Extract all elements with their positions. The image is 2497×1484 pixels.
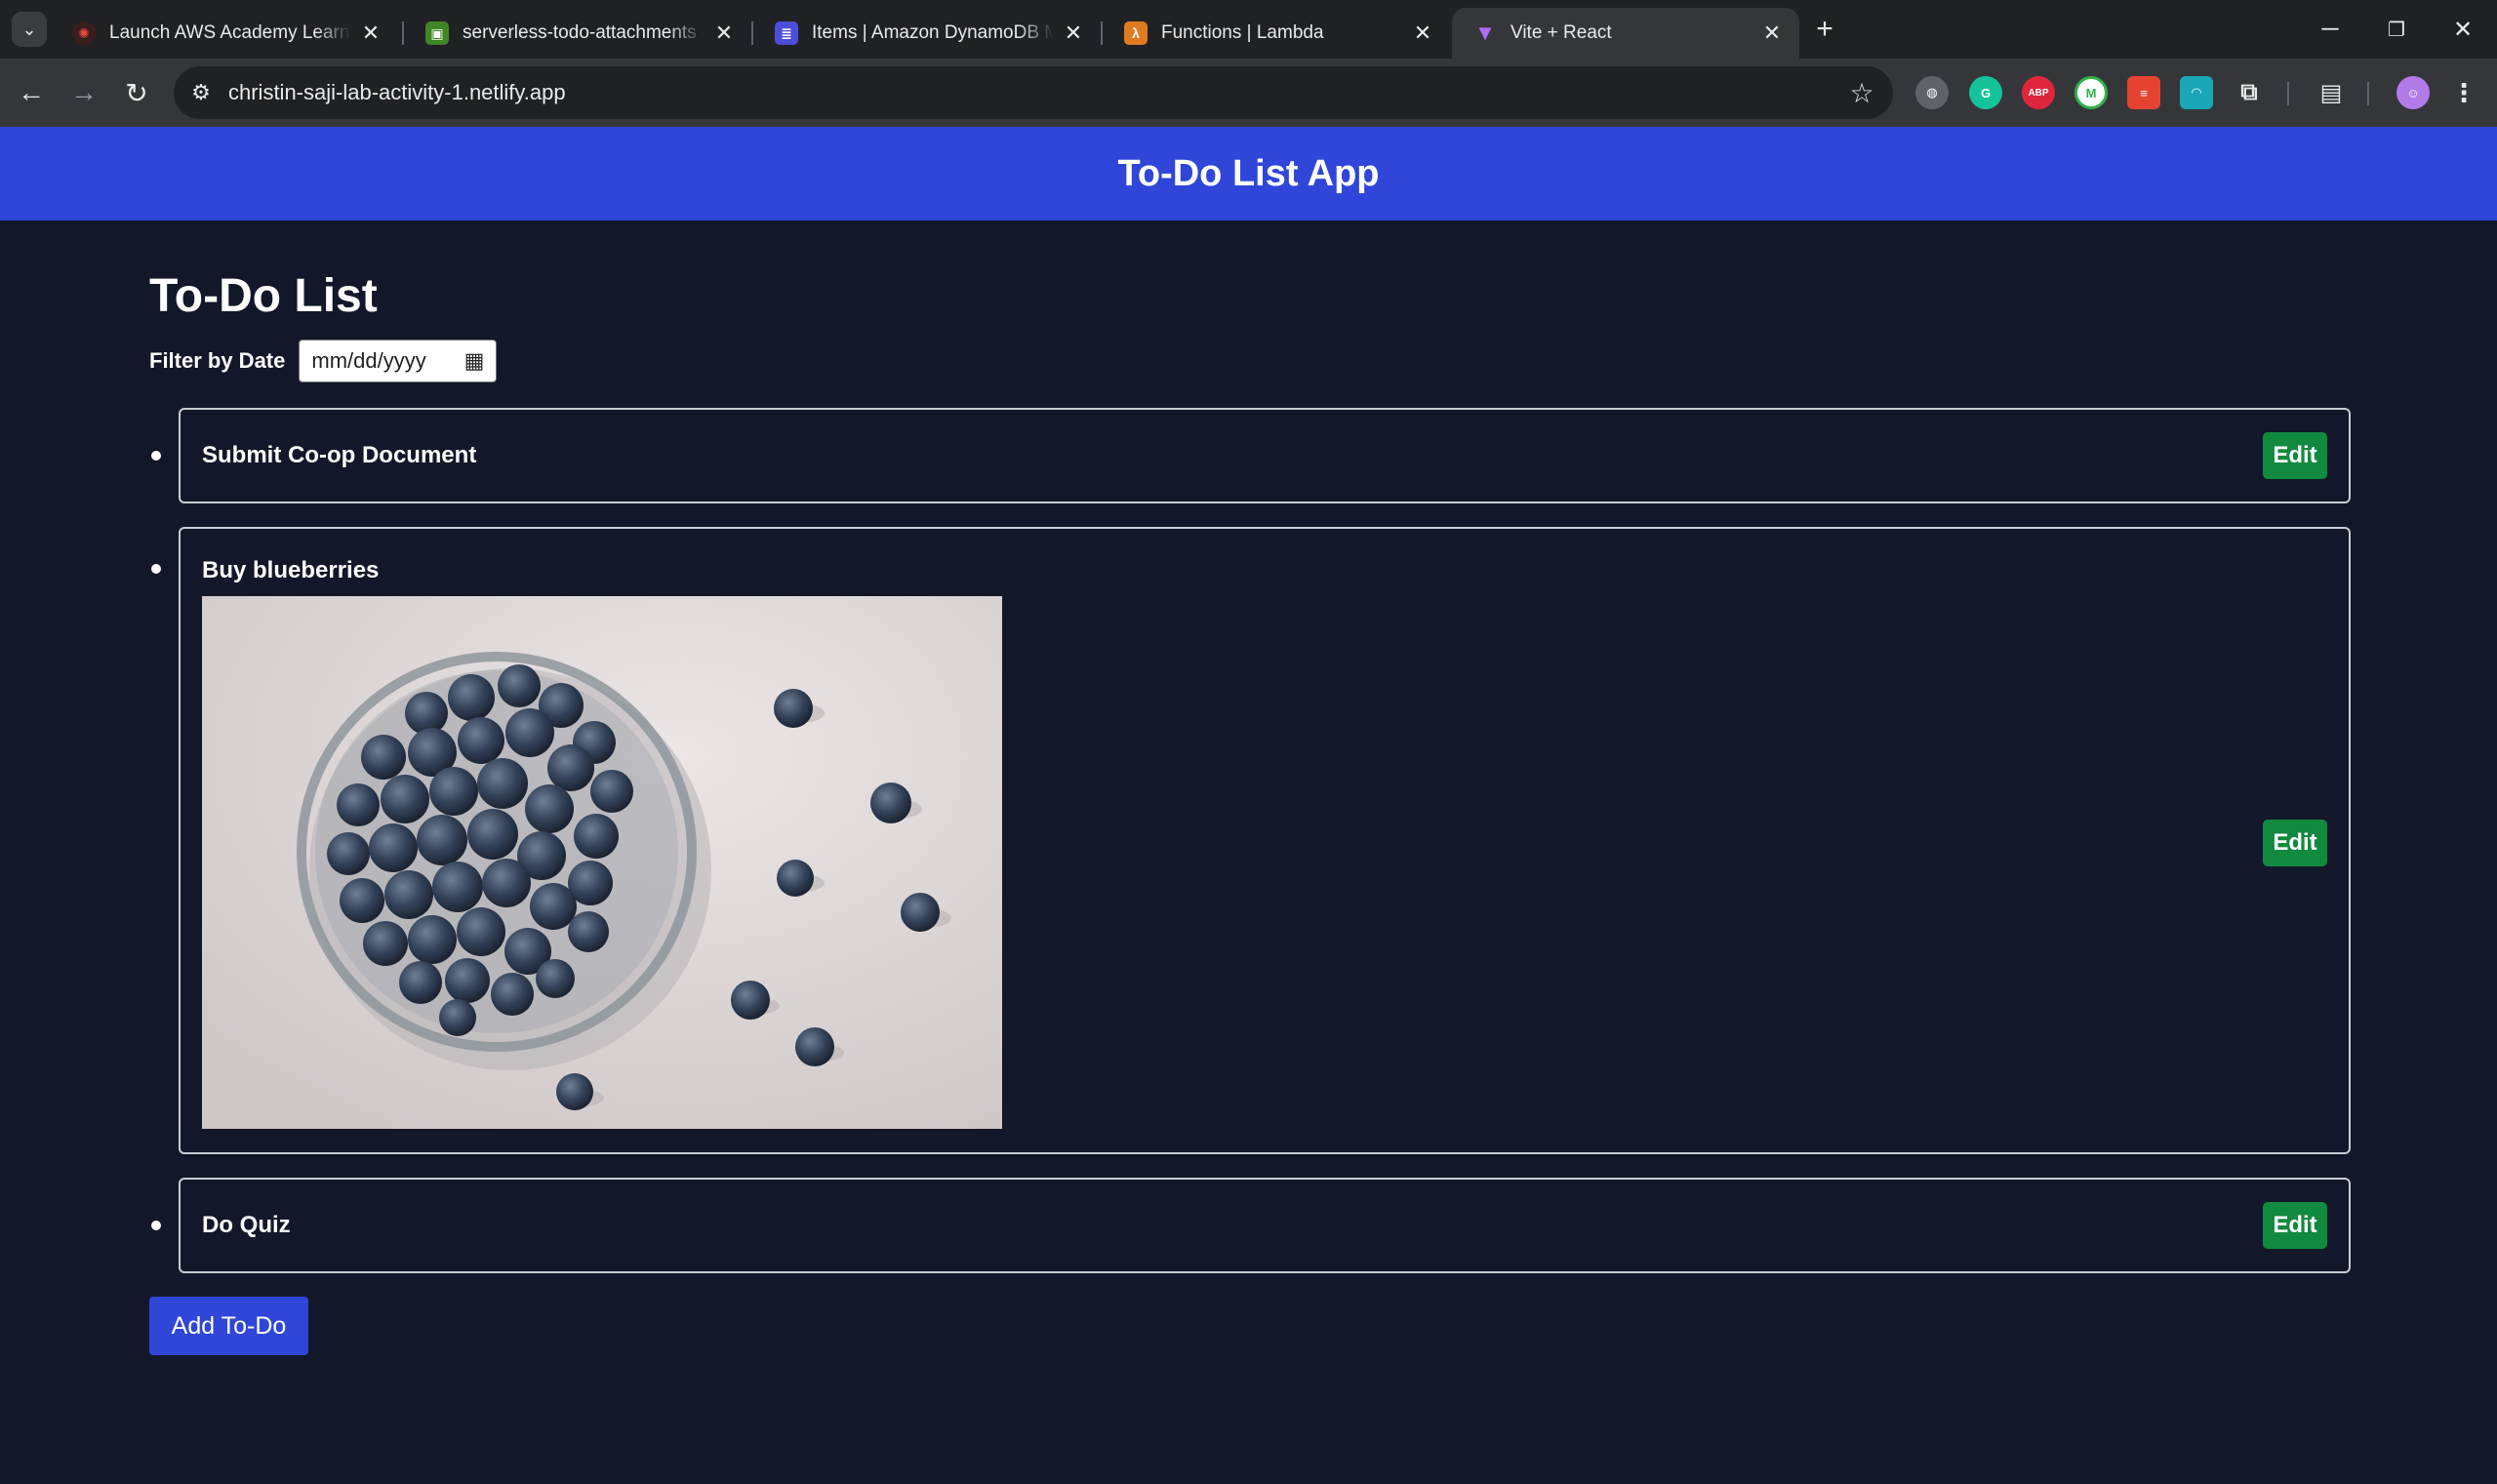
tab-title: Functions | Lambda xyxy=(1161,22,1324,43)
edit-button[interactable]: Edit xyxy=(2263,1202,2327,1249)
tab-aws-academy[interactable]: ✺ Launch AWS Academy Learner L ✕ xyxy=(51,8,398,59)
todo-title: Buy blueberries xyxy=(202,556,380,583)
grammarly-icon[interactable]: G xyxy=(1969,76,2002,109)
bookmark-star-icon[interactable]: ☆ xyxy=(1840,77,1883,109)
side-panel-icon[interactable]: ▤ xyxy=(2315,76,2348,109)
minimize-icon[interactable]: ─ xyxy=(2303,8,2357,51)
tab-title: serverless-todo-attachments - S xyxy=(463,22,705,43)
todo-list: Submit Co-op Document Edit Buy blueberri… xyxy=(149,408,2351,1273)
close-icon[interactable]: ✕ xyxy=(359,20,383,46)
bullet-icon xyxy=(151,564,161,574)
new-tab-button[interactable]: + xyxy=(1807,12,1842,47)
todoist-icon[interactable]: ≡ xyxy=(2127,76,2160,109)
list-item: Do Quiz Edit xyxy=(151,1178,2351,1273)
date-placeholder: mm/dd/yyyy xyxy=(311,348,426,373)
tab-lambda[interactable]: λ Functions | Lambda ✕ xyxy=(1103,8,1450,59)
date-filter: Filter by Date mm/dd/yyyy ▦ xyxy=(149,340,2351,382)
filter-label: Filter by Date xyxy=(149,348,286,373)
tab-search-chevron-icon[interactable]: ⌄ xyxy=(12,12,47,47)
todo-card: Submit Co-op Document Edit xyxy=(179,408,2351,503)
bowl-of-blueberries-photo xyxy=(202,595,1002,1129)
main-content: To-Do List Filter by Date mm/dd/yyyy ▦ S… xyxy=(149,221,2351,1355)
app-title: To-Do List App xyxy=(1117,152,1380,194)
list-item: Buy blueberries Edit xyxy=(151,527,2351,1154)
adblock-plus-icon[interactable]: ABP xyxy=(2022,76,2055,109)
vite-icon: ▼ xyxy=(1474,20,1496,45)
bullet-icon xyxy=(151,1221,161,1230)
back-icon[interactable]: ← xyxy=(10,71,53,114)
globe-icon[interactable]: ◍ xyxy=(1915,76,1949,109)
list-item: Submit Co-op Document Edit xyxy=(151,408,2351,503)
todo-title: Submit Co-op Document xyxy=(202,442,477,468)
app-header: To-Do List App xyxy=(0,127,2497,221)
todo-title: Do Quiz xyxy=(202,1212,291,1238)
puzzle-extensions-icon[interactable]: ⧉ xyxy=(2233,76,2266,109)
browser-toolbar: ← → ↻ ⚙ christin-saji-lab-activity-1.net… xyxy=(0,59,2497,127)
todo-card: Do Quiz Edit xyxy=(179,1178,2351,1273)
todo-card: Buy blueberries Edit xyxy=(179,527,2351,1154)
add-todo-button[interactable]: Add To-Do xyxy=(149,1297,308,1355)
edit-button[interactable]: Edit xyxy=(2263,432,2327,479)
url-text[interactable]: christin-saji-lab-activity-1.netlify.app xyxy=(228,80,1840,105)
extension-teal-icon[interactable]: ◠ xyxy=(2180,76,2213,109)
close-icon[interactable]: ✕ xyxy=(1411,20,1434,46)
momentum-icon[interactable]: M xyxy=(2074,76,2108,109)
close-icon[interactable]: ✕ xyxy=(1062,20,1085,46)
restore-icon[interactable]: ❐ xyxy=(2369,8,2424,51)
close-icon[interactable]: ✕ xyxy=(712,20,736,46)
close-icon[interactable]: ✕ xyxy=(1760,20,1784,46)
bullet-icon xyxy=(151,451,161,461)
tab-vite-react[interactable]: ▼ Vite + React ✕ xyxy=(1452,8,1799,59)
calendar-icon[interactable]: ▦ xyxy=(464,348,485,374)
menu-kebab-icon[interactable]: ⋮ xyxy=(2447,76,2480,109)
address-bar[interactable]: ⚙ christin-saji-lab-activity-1.netlify.a… xyxy=(174,66,1893,119)
tab-dynamodb[interactable]: ≣ Items | Amazon DynamoDB Ma ✕ xyxy=(753,8,1101,59)
tab-s3-bucket[interactable]: ▣ serverless-todo-attachments - S ✕ xyxy=(404,8,751,59)
window-close-icon[interactable]: ✕ xyxy=(2436,8,2490,51)
tab-title: Vite + React xyxy=(1510,22,1612,43)
tab-title: Items | Amazon DynamoDB Ma xyxy=(812,22,1054,43)
tab-title: Launch AWS Academy Learner L xyxy=(109,22,351,43)
site-info-icon[interactable]: ⚙ xyxy=(181,73,221,112)
dynamodb-icon: ≣ xyxy=(775,21,798,45)
edit-button[interactable]: Edit xyxy=(2263,819,2327,866)
lambda-icon: λ xyxy=(1124,21,1148,45)
profile-avatar[interactable]: ☺ xyxy=(2396,76,2430,109)
forward-icon[interactable]: → xyxy=(62,71,105,114)
s3-bucket-icon: ▣ xyxy=(425,21,449,45)
reload-icon[interactable]: ↻ xyxy=(115,71,158,114)
page-title: To-Do List xyxy=(149,270,378,322)
browser-tab-strip: ⌄ ✺ Launch AWS Academy Learner L ✕ ▣ ser… xyxy=(0,0,2497,59)
date-filter-input[interactable]: mm/dd/yyyy ▦ xyxy=(299,340,498,382)
aws-academy-icon: ✺ xyxy=(72,21,96,45)
